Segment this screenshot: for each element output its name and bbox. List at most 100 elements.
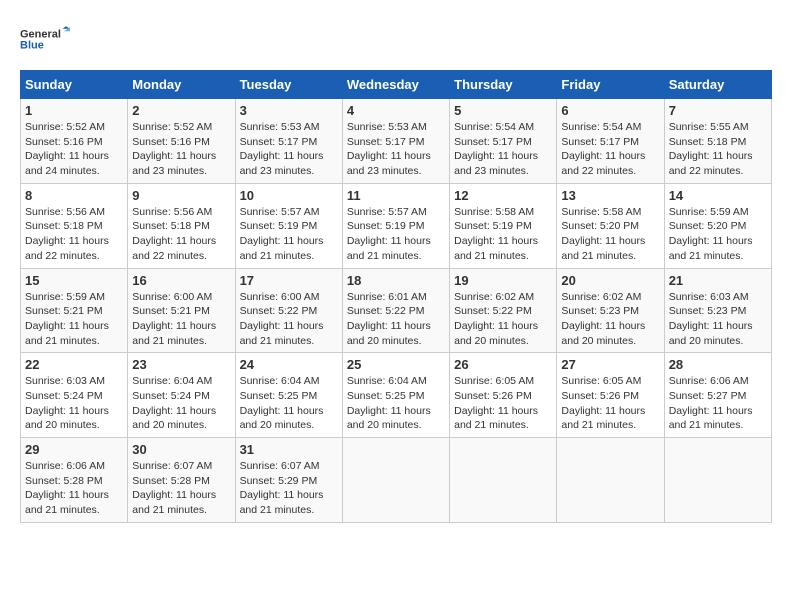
calendar-header-row: SundayMondayTuesdayWednesdayThursdayFrid… [21,71,772,99]
day-number: 23 [132,357,230,372]
day-info: Sunrise: 5:53 AM Sunset: 5:17 PM Dayligh… [347,120,445,179]
calendar-cell: 15 Sunrise: 5:59 AM Sunset: 5:21 PM Dayli… [21,268,128,353]
day-info: Sunrise: 5:53 AM Sunset: 5:17 PM Dayligh… [240,120,338,179]
calendar-cell: 20 Sunrise: 6:02 AM Sunset: 5:23 PM Dayli… [557,268,664,353]
calendar-cell: 19 Sunrise: 6:02 AM Sunset: 5:22 PM Dayli… [450,268,557,353]
calendar-cell [664,438,771,523]
day-number: 30 [132,442,230,457]
calendar-cell: 14Sunrise: 5:59 AM Sunset: 5:20 PM Dayli… [664,183,771,268]
day-number: 25 [347,357,445,372]
day-number: 3 [240,103,338,118]
day-info: Sunrise: 5:56 AM Sunset: 5:18 PM Dayligh… [25,205,123,264]
calendar-cell: 22 Sunrise: 6:03 AM Sunset: 5:24 PM Dayli… [21,353,128,438]
header: General Blue [20,20,772,60]
day-number: 6 [561,103,659,118]
calendar-cell: 4 Sunrise: 5:53 AM Sunset: 5:17 PM Daylig… [342,99,449,184]
calendar-cell: 6Sunrise: 5:54 AM Sunset: 5:17 PM Daylig… [557,99,664,184]
calendar-cell: 5 Sunrise: 5:54 AM Sunset: 5:17 PM Daylig… [450,99,557,184]
day-info: Sunrise: 5:56 AM Sunset: 5:18 PM Dayligh… [132,205,230,264]
day-info: Sunrise: 5:54 AM Sunset: 5:17 PM Dayligh… [454,120,552,179]
calendar-cell: 3 Sunrise: 5:53 AM Sunset: 5:17 PM Daylig… [235,99,342,184]
calendar-week-row: 29Sunrise: 6:06 AM Sunset: 5:28 PM Dayli… [21,438,772,523]
day-number: 13 [561,188,659,203]
col-header-thursday: Thursday [450,71,557,99]
day-number: 2 [132,103,230,118]
day-info: Sunrise: 6:07 AM Sunset: 5:29 PM Dayligh… [240,459,338,518]
calendar-week-row: 22 Sunrise: 6:03 AM Sunset: 5:24 PM Dayli… [21,353,772,438]
day-info: Sunrise: 6:06 AM Sunset: 5:28 PM Dayligh… [25,459,123,518]
calendar-cell: 29Sunrise: 6:06 AM Sunset: 5:28 PM Dayli… [21,438,128,523]
day-number: 28 [669,357,767,372]
calendar-table: SundayMondayTuesdayWednesdayThursdayFrid… [20,70,772,523]
day-info: Sunrise: 6:04 AM Sunset: 5:24 PM Dayligh… [132,374,230,433]
day-number: 15 [25,273,123,288]
day-info: Sunrise: 6:07 AM Sunset: 5:28 PM Dayligh… [132,459,230,518]
day-number: 12 [454,188,552,203]
col-header-saturday: Saturday [664,71,771,99]
day-info: Sunrise: 6:02 AM Sunset: 5:23 PM Dayligh… [561,290,659,349]
day-info: Sunrise: 5:58 AM Sunset: 5:19 PM Dayligh… [454,205,552,264]
calendar-cell: 28 Sunrise: 6:06 AM Sunset: 5:27 PM Dayli… [664,353,771,438]
day-number: 31 [240,442,338,457]
col-header-wednesday: Wednesday [342,71,449,99]
col-header-friday: Friday [557,71,664,99]
day-number: 16 [132,273,230,288]
calendar-cell: 1 Sunrise: 5:52 AM Sunset: 5:16 PM Daylig… [21,99,128,184]
day-number: 27 [561,357,659,372]
calendar-cell: 11 Sunrise: 5:57 AM Sunset: 5:19 PM Dayli… [342,183,449,268]
day-number: 5 [454,103,552,118]
logo: General Blue [20,20,70,60]
day-number: 1 [25,103,123,118]
day-number: 18 [347,273,445,288]
calendar-cell: 2Sunrise: 5:52 AM Sunset: 5:16 PM Daylig… [128,99,235,184]
day-number: 9 [132,188,230,203]
day-info: Sunrise: 6:05 AM Sunset: 5:26 PM Dayligh… [454,374,552,433]
day-info: Sunrise: 6:06 AM Sunset: 5:27 PM Dayligh… [669,374,767,433]
day-number: 4 [347,103,445,118]
calendar-cell: 7 Sunrise: 5:55 AM Sunset: 5:18 PM Daylig… [664,99,771,184]
day-info: Sunrise: 5:57 AM Sunset: 5:19 PM Dayligh… [347,205,445,264]
day-number: 21 [669,273,767,288]
calendar-cell [342,438,449,523]
calendar-cell: 30 Sunrise: 6:07 AM Sunset: 5:28 PM Dayli… [128,438,235,523]
calendar-cell: 9 Sunrise: 5:56 AM Sunset: 5:18 PM Daylig… [128,183,235,268]
day-info: Sunrise: 6:04 AM Sunset: 5:25 PM Dayligh… [347,374,445,433]
day-number: 20 [561,273,659,288]
day-number: 11 [347,188,445,203]
day-info: Sunrise: 5:52 AM Sunset: 5:16 PM Dayligh… [25,120,123,179]
calendar-cell: 26Sunrise: 6:05 AM Sunset: 5:26 PM Dayli… [450,353,557,438]
calendar-cell: 10Sunrise: 5:57 AM Sunset: 5:19 PM Dayli… [235,183,342,268]
calendar-cell [557,438,664,523]
day-info: Sunrise: 5:59 AM Sunset: 5:20 PM Dayligh… [669,205,767,264]
calendar-cell [450,438,557,523]
calendar-cell: 18Sunrise: 6:01 AM Sunset: 5:22 PM Dayli… [342,268,449,353]
logo-svg: General Blue [20,20,70,60]
calendar-cell: 25 Sunrise: 6:04 AM Sunset: 5:25 PM Dayli… [342,353,449,438]
calendar-cell: 24 Sunrise: 6:04 AM Sunset: 5:25 PM Dayli… [235,353,342,438]
day-info: Sunrise: 5:58 AM Sunset: 5:20 PM Dayligh… [561,205,659,264]
calendar-week-row: 15 Sunrise: 5:59 AM Sunset: 5:21 PM Dayli… [21,268,772,353]
day-number: 24 [240,357,338,372]
day-number: 22 [25,357,123,372]
day-number: 19 [454,273,552,288]
calendar-cell: 16 Sunrise: 6:00 AM Sunset: 5:21 PM Dayli… [128,268,235,353]
day-info: Sunrise: 6:03 AM Sunset: 5:24 PM Dayligh… [25,374,123,433]
col-header-sunday: Sunday [21,71,128,99]
day-info: Sunrise: 5:59 AM Sunset: 5:21 PM Dayligh… [25,290,123,349]
day-info: Sunrise: 6:02 AM Sunset: 5:22 PM Dayligh… [454,290,552,349]
day-number: 7 [669,103,767,118]
day-info: Sunrise: 6:04 AM Sunset: 5:25 PM Dayligh… [240,374,338,433]
calendar-cell: 27Sunrise: 6:05 AM Sunset: 5:26 PM Dayli… [557,353,664,438]
calendar-cell: 8 Sunrise: 5:56 AM Sunset: 5:18 PM Daylig… [21,183,128,268]
calendar-cell: 23 Sunrise: 6:04 AM Sunset: 5:24 PM Dayli… [128,353,235,438]
day-number: 8 [25,188,123,203]
col-header-monday: Monday [128,71,235,99]
calendar-cell: 17Sunrise: 6:00 AM Sunset: 5:22 PM Dayli… [235,268,342,353]
day-info: Sunrise: 6:00 AM Sunset: 5:21 PM Dayligh… [132,290,230,349]
day-info: Sunrise: 5:55 AM Sunset: 5:18 PM Dayligh… [669,120,767,179]
calendar-cell: 13 Sunrise: 5:58 AM Sunset: 5:20 PM Dayli… [557,183,664,268]
day-info: Sunrise: 5:57 AM Sunset: 5:19 PM Dayligh… [240,205,338,264]
calendar-cell: 21 Sunrise: 6:03 AM Sunset: 5:23 PM Dayli… [664,268,771,353]
day-info: Sunrise: 6:03 AM Sunset: 5:23 PM Dayligh… [669,290,767,349]
day-info: Sunrise: 6:00 AM Sunset: 5:22 PM Dayligh… [240,290,338,349]
